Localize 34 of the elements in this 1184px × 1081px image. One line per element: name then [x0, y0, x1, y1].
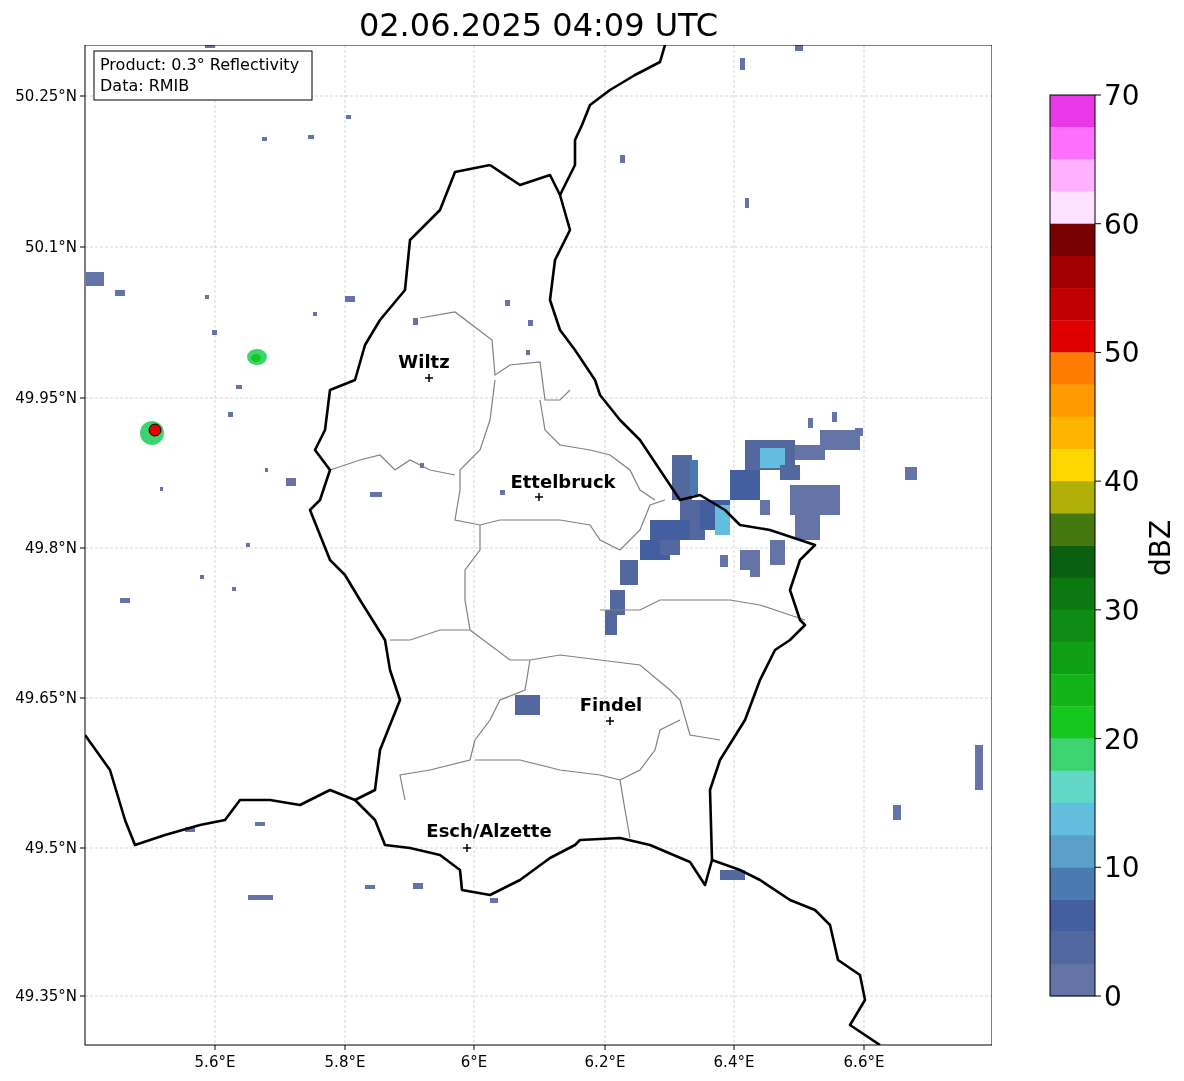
colorbar-tick-label: 0 [1104, 980, 1122, 1013]
legend-text: Data: RMIB [100, 76, 190, 95]
axis-tick-label: 5.6°E [194, 1053, 236, 1071]
axis-tick-label: 49.8°N [24, 539, 77, 557]
axis-tick-label: 49.5°N [24, 839, 77, 857]
colorbar-tick-label: 70 [1104, 79, 1140, 112]
axis-tick-label: 49.35°N [15, 987, 77, 1005]
axis-tick-label: 49.65°N [15, 689, 77, 707]
colorbar-tick-label: 30 [1104, 593, 1140, 627]
colorbar-tick-label: 50 [1104, 336, 1140, 370]
axis-tick-label: 5.8°E [324, 1053, 366, 1071]
colorbar-tick-label: 20 [1104, 722, 1140, 756]
axis-tick-label: 50.25°N [15, 87, 77, 105]
radar-site-icon [148, 423, 162, 437]
chart-title: 02.06.2025 04:09 UTC [358, 4, 719, 41]
axis-tick-label: 6.4°E [713, 1053, 755, 1071]
city-marker-icon [424, 373, 434, 383]
axis-tick-label: 6.2°E [584, 1053, 626, 1071]
city-label: Wiltz [398, 351, 450, 372]
city-label: Findel [579, 694, 643, 715]
city-marker-icon [462, 843, 472, 853]
legend-text: Product: 0.3° Reflectivity [100, 55, 300, 74]
city-marker-icon [605, 716, 615, 726]
city-label: Esch/Alzette [426, 820, 552, 841]
axis-tick-label: 50.1°N [24, 238, 77, 256]
axis-tick-label: 49.95°N [15, 389, 77, 407]
colorbar-tick-label: 60 [1104, 207, 1140, 241]
colorbar-tick-label: 40 [1104, 465, 1140, 499]
axis-tick-label: 6°E [460, 1053, 488, 1071]
city-label: Ettelbruck [510, 471, 616, 492]
colorbar-tick-label: 10 [1104, 851, 1140, 885]
axis-tick-label: 6.6°E [843, 1053, 885, 1071]
colorbar-label: dBZ [1144, 519, 1177, 577]
city-marker-icon [534, 492, 544, 502]
